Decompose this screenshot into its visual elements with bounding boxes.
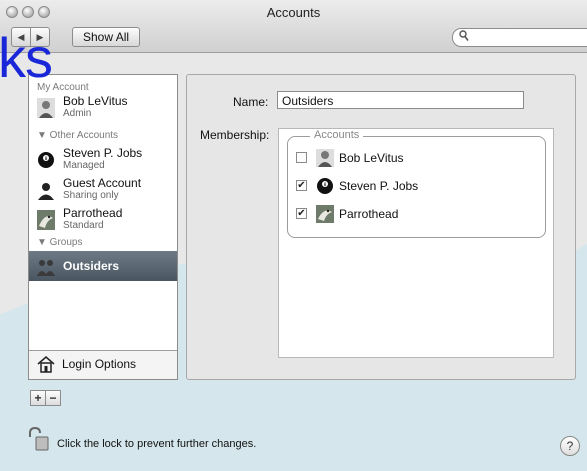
lock-icon[interactable] [27,427,49,451]
account-role: Admin [63,108,92,119]
parrot-photo-icon [316,205,334,223]
list-item-steven-jobs[interactable]: 8 Steven P. Jobs Managed [29,145,177,175]
help-button[interactable]: ? [560,436,580,456]
member-name: Parrothead [339,207,399,221]
account-role: Managed [63,160,105,171]
list-item-guest-account[interactable]: Guest Account Sharing only [29,175,177,205]
show-all-button[interactable]: Show All [72,27,141,47]
group-name: Outsiders [63,259,120,273]
login-options-button[interactable]: Login Options [29,350,177,379]
account-name: Guest Account [63,176,142,190]
title-bar: Accounts ◀ ▶ Show All [0,0,587,53]
account-role: Sharing only [63,190,119,201]
user-photo-icon [37,98,55,118]
name-label: Name: [233,95,269,109]
account-name: Steven P. Jobs [63,146,143,160]
8-ball-icon: 8 [317,178,333,194]
member-checkbox[interactable]: ✔ [296,208,307,219]
accounts-legend: Accounts [310,129,364,141]
member-row-bob: Bob LeVitus [296,149,536,169]
membership-label: Membership: [200,128,270,142]
account-name: Parrothead [63,206,123,220]
member-row-steven: ✔ 8 Steven P. Jobs [296,177,536,197]
account-name: Bob LeVitus [63,94,128,108]
member-checkbox[interactable] [296,152,307,163]
list-item-my-account[interactable]: Bob LeVitus Admin [29,93,177,123]
list-item-parrothead[interactable]: Parrothead Standard [29,205,177,235]
member-name: Steven P. Jobs [339,179,419,193]
watermark-text: ks [0,26,53,89]
list-item-outsiders[interactable]: Outsiders [29,251,177,281]
accounts-list[interactable]: My Account Bob LeVitus Admin ▼ Other Acc… [28,74,178,380]
search-input[interactable] [452,28,587,47]
member-row-parrothead: ✔ Parrothead [296,205,536,225]
account-role: Standard [63,220,104,231]
member-checkbox[interactable]: ✔ [296,180,307,191]
lock-status-text: Click the lock to prevent further change… [57,438,257,450]
remove-account-button[interactable]: − [45,391,60,405]
svg-text:8: 8 [45,156,48,162]
member-name: Bob LeVitus [339,151,404,165]
section-other-accounts: ▼ Other Accounts [37,130,119,141]
parrot-photo-icon [37,210,55,230]
add-account-button[interactable]: + [31,391,45,405]
house-icon [37,356,55,373]
svg-text:8: 8 [324,182,327,188]
group-name-field[interactable]: Outsiders [277,91,524,109]
search-icon [459,30,469,45]
login-options-label: Login Options [62,357,137,371]
user-photo-icon [316,149,334,167]
guest-silhouette-icon [38,183,54,200]
add-remove-buttons: + − [30,390,61,406]
8-ball-icon: 8 [38,152,54,168]
section-groups: ▼ Groups [37,237,83,248]
group-icon [37,260,55,276]
window-title: Accounts [266,5,321,20]
